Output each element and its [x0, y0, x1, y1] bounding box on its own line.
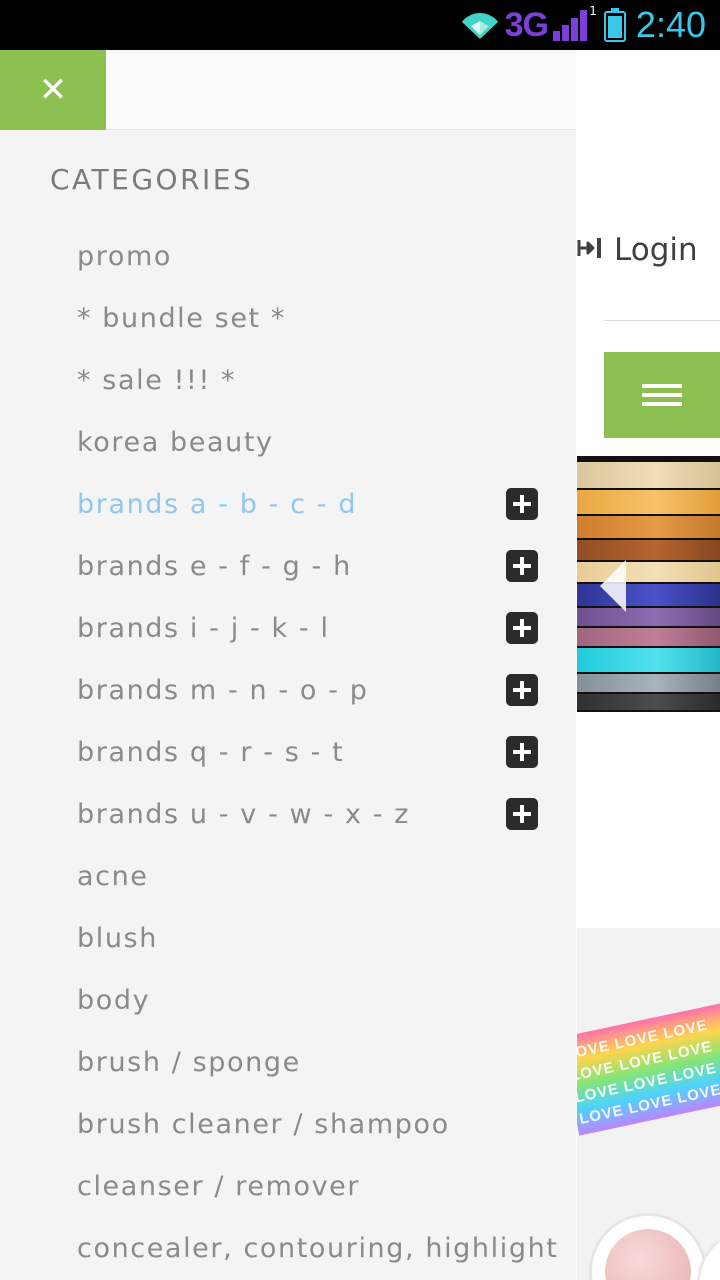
hamburger-icon — [642, 379, 682, 411]
list-item[interactable]: blush — [0, 907, 576, 969]
list-item-label: brush / sponge — [77, 1046, 301, 1078]
list-item-label: cleanser / remover — [77, 1170, 361, 1202]
close-x-icon: ✕ — [38, 70, 68, 110]
compact-powder-left — [589, 1213, 707, 1280]
list-item[interactable]: brands u - v - w - x - z — [0, 783, 576, 845]
list-item-label: * sale !!! * — [77, 364, 237, 396]
expand-plus-icon[interactable] — [506, 736, 538, 768]
divider — [604, 320, 720, 321]
network-type-label: 3G — [504, 5, 549, 44]
login-label: Login — [614, 232, 698, 268]
expand-plus-icon[interactable] — [506, 488, 538, 520]
list-item[interactable]: brands m - n - o - p — [0, 659, 576, 721]
list-item[interactable]: * sale !!! * — [0, 349, 576, 411]
battery-icon — [603, 8, 626, 42]
list-item[interactable]: brands a - b - c - d — [0, 473, 576, 535]
list-item-label: body — [77, 984, 151, 1016]
status-bar: 3G 1 2:40 — [0, 0, 720, 50]
drawer-header: ✕ — [0, 50, 576, 130]
list-item[interactable]: brush / sponge — [0, 1031, 576, 1093]
list-item-label: brush cleaner / shampoo — [77, 1108, 450, 1140]
clock-label: 2:40 — [635, 4, 706, 45]
love-ribbon-banner[interactable]: LOVE LOVE LOVE LOVE LOVE LOVE LOVE LOVE … — [577, 928, 720, 1280]
list-item-label: brands e - f - g - h — [77, 550, 352, 582]
list-item[interactable]: brands i - j - k - l — [0, 597, 576, 659]
categories-heading: CATEGORIES — [50, 163, 254, 196]
category-drawer: ✕ CATEGORIES promo * bundle set * * sale… — [0, 50, 576, 1280]
list-item-label: brands i - j - k - l — [77, 612, 330, 644]
list-item[interactable]: acne — [0, 845, 576, 907]
list-item[interactable]: brush cleaner / shampoo — [0, 1093, 576, 1155]
list-item[interactable]: body — [0, 969, 576, 1031]
expand-plus-icon[interactable] — [506, 798, 538, 830]
carousel-prev-arrow-icon[interactable] — [600, 560, 626, 612]
list-item-label: * bundle set * — [77, 302, 287, 334]
signal-bars-icon: 1 — [552, 4, 597, 42]
list-item[interactable]: korea beauty — [0, 411, 576, 473]
list-item-label: promo — [77, 240, 172, 272]
list-item[interactable]: brands e - f - g - h — [0, 535, 576, 597]
login-arrow-icon — [576, 234, 604, 266]
close-drawer-button[interactable]: ✕ — [0, 50, 106, 130]
wifi-icon — [461, 9, 499, 41]
makeup-swatches-banner[interactable] — [577, 456, 720, 712]
expand-plus-icon[interactable] — [506, 612, 538, 644]
category-list: promo * bundle set * * sale !!! * korea … — [0, 225, 576, 1279]
list-item[interactable]: promo — [0, 225, 576, 287]
list-item[interactable]: concealer, contouring, highlight — [0, 1217, 576, 1279]
list-item-label: concealer, contouring, highlight — [77, 1232, 559, 1264]
list-item-label: brands a - b - c - d — [77, 488, 358, 520]
menu-button[interactable] — [604, 352, 720, 438]
list-item-label: acne — [77, 860, 149, 892]
list-item[interactable]: cleanser / remover — [0, 1155, 576, 1217]
expand-plus-icon[interactable] — [506, 674, 538, 706]
list-item[interactable]: * bundle set * — [0, 287, 576, 349]
list-item-label: korea beauty — [77, 426, 274, 458]
list-item-label: blush — [77, 922, 158, 954]
list-item-label: brands u - v - w - x - z — [77, 798, 411, 830]
signal-sim-indicator: 1 — [589, 4, 597, 18]
list-item[interactable]: brands q - r - s - t — [0, 721, 576, 783]
expand-plus-icon[interactable] — [506, 550, 538, 582]
login-button[interactable]: Login — [576, 210, 720, 290]
list-item-label: brands m - n - o - p — [77, 674, 369, 706]
list-item-label: brands q - r - s - t — [77, 736, 345, 768]
